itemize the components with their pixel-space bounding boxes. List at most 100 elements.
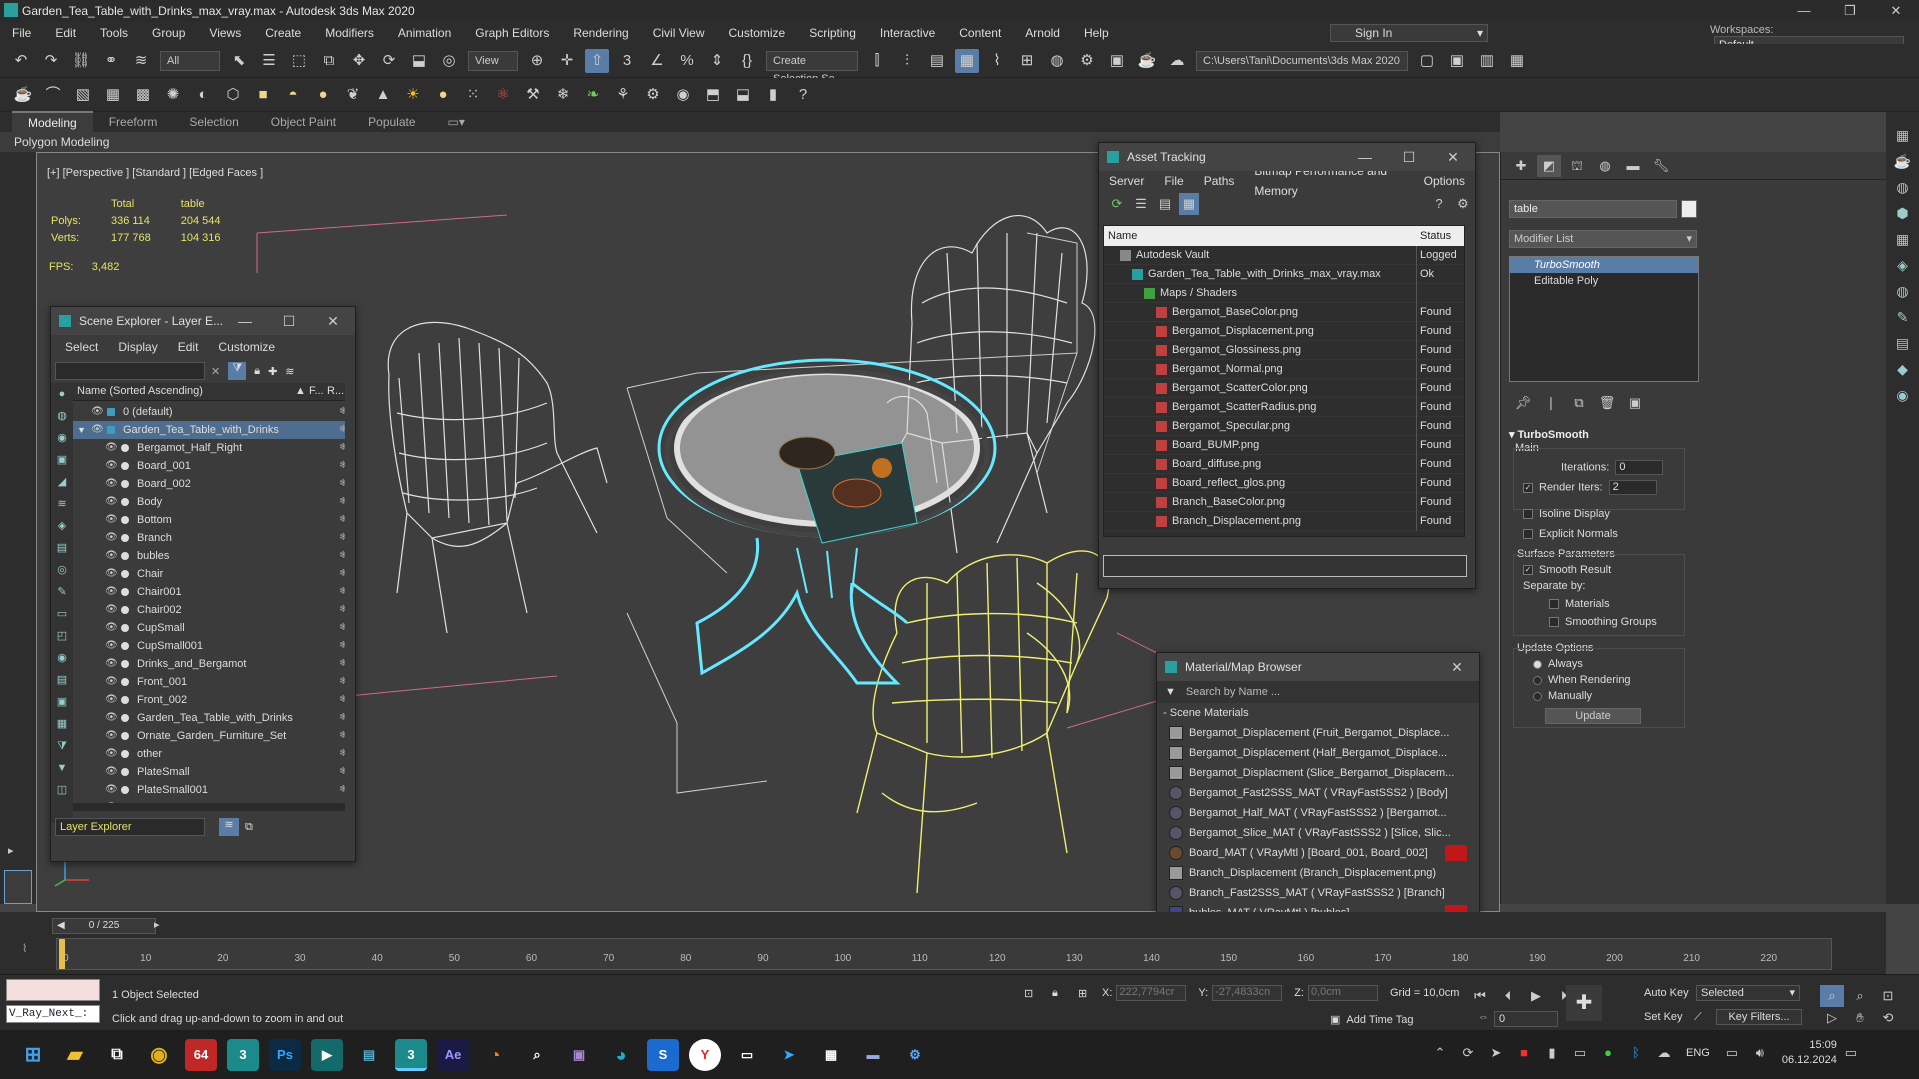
mb-row[interactable]: Branch_Fast2SSS_MAT ( VRayFastSSS2 ) [Br…: [1157, 883, 1471, 903]
se-row[interactable]: 👁︎ Ornate_Garden_Furniture_Set ❄: [73, 727, 345, 745]
schematic-view-icon[interactable]: ⊞: [1015, 49, 1039, 73]
tray-chevron-icon[interactable]: ⌃: [1428, 1042, 1452, 1064]
folder-icon[interactable]: ▬: [857, 1039, 889, 1071]
freeze-icon[interactable]: ❄: [339, 655, 345, 673]
cone-light-icon[interactable]: ▲: [371, 83, 395, 107]
particles-icon[interactable]: ⁙: [461, 83, 485, 107]
app-blue-icon[interactable]: S: [647, 1038, 679, 1071]
at-row[interactable]: Branch_BaseColor.png Found: [1104, 493, 1464, 512]
se-row[interactable]: 👁︎ Board_002 ❄: [73, 475, 345, 493]
project-path-dropdown[interactable]: C:\Users\Tani\Documents\3ds Max 2020: [1196, 50, 1408, 71]
hierarchy-tab-icon[interactable]: ⛫: [1565, 155, 1589, 177]
se-row[interactable]: 👁︎ Chair002 ❄: [73, 601, 345, 619]
tray-sync-icon[interactable]: ⟳: [1456, 1042, 1480, 1064]
current-frame-field[interactable]: 0: [1494, 1011, 1558, 1027]
curve-editor-icon[interactable]: ⌇: [985, 49, 1009, 73]
configure-sets-icon[interactable]: ▣: [1623, 392, 1647, 414]
stack-turbosmooth[interactable]: TurboSmooth: [1510, 257, 1698, 273]
se-col-render[interactable]: R...: [327, 385, 344, 397]
at-row[interactable]: Bergamot_Displacement.png Found: [1104, 322, 1464, 341]
freeze-icon[interactable]: ❄: [339, 511, 345, 529]
visibility-eye-icon[interactable]: 👁︎: [105, 475, 118, 493]
move-icon[interactable]: ✥: [347, 49, 371, 73]
tray-telegram-icon[interactable]: ➤: [1484, 1042, 1508, 1064]
freeze-icon[interactable]: ❄: [339, 673, 345, 691]
se-menu-edit[interactable]: Edit: [168, 337, 209, 357]
update-button[interactable]: Update: [1545, 708, 1641, 724]
motion-tab-icon[interactable]: ◍: [1593, 155, 1617, 177]
ball-icon[interactable]: ●: [431, 83, 455, 107]
tool-d-icon[interactable]: ⚙: [641, 83, 665, 107]
photoshop-icon[interactable]: Ps: [269, 1038, 301, 1071]
minimize-icon[interactable]: —: [1343, 143, 1387, 171]
tool-b-icon[interactable]: ❄: [551, 83, 575, 107]
select-by-name-icon[interactable]: ☰: [257, 49, 281, 73]
menu-group[interactable]: Group: [140, 22, 197, 44]
unlink-icon[interactable]: ⚭: [99, 49, 123, 73]
ribbon-toggle-icon[interactable]: ▦: [955, 48, 979, 73]
se-row[interactable]: 👁︎ Front_001 ❄: [73, 673, 345, 691]
expand-icon[interactable]: ▼: [77, 421, 86, 439]
at-row[interactable]: Autodesk Vault Logged: [1104, 246, 1464, 265]
at-row[interactable]: Bergamot_Normal.png Found: [1104, 360, 1464, 379]
prev-frame-icon[interactable]: ⏴: [1496, 985, 1520, 1007]
pan-icon[interactable]: ✋︎: [1848, 1007, 1872, 1029]
maximize-icon[interactable]: ☐: [1387, 143, 1431, 171]
ref-coord-dropdown[interactable]: View: [468, 50, 518, 71]
object-name-field[interactable]: table: [1509, 200, 1677, 218]
settings-icon[interactable]: ⚙: [1453, 193, 1473, 215]
app-save-icon[interactable]: ▣: [563, 1039, 595, 1071]
app-search-icon[interactable]: ⌕: [521, 1039, 553, 1071]
at-row[interactable]: Board_diffuse.png Found: [1104, 455, 1464, 474]
tool-c-icon[interactable]: ⚘: [611, 83, 635, 107]
visibility-eye-icon[interactable]: 👁︎: [105, 781, 118, 799]
visibility-eye-icon[interactable]: 👁︎: [105, 763, 118, 781]
zoom-all-icon[interactable]: ⌕: [1848, 985, 1872, 1007]
se-hscrollbar[interactable]: [73, 803, 345, 811]
task-view-icon[interactable]: ⧉: [101, 1039, 133, 1071]
polygon-modeling-label[interactable]: Polygon Modeling: [0, 135, 109, 149]
visibility-eye-icon[interactable]: 👁︎: [105, 439, 118, 457]
select-object-icon[interactable]: ⬉: [227, 49, 251, 73]
freeze-icon[interactable]: ❄: [339, 691, 345, 709]
named-selection-icon[interactable]: {}: [735, 49, 759, 73]
material-browser-titlebar[interactable]: Material/Map Browser ✕: [1157, 653, 1479, 681]
freeze-icon[interactable]: ❄: [339, 547, 345, 565]
fur-icon[interactable]: ❧: [581, 83, 605, 107]
menu-arnold[interactable]: Arnold: [1013, 22, 1072, 44]
mirror-icon[interactable]: ⫿: [865, 49, 889, 73]
light-icon[interactable]: ✺: [161, 83, 185, 107]
maxscript-listener-pink[interactable]: [6, 979, 100, 1001]
play-icon[interactable]: ▸: [8, 844, 14, 857]
visibility-eye-icon[interactable]: 👁︎: [91, 421, 104, 439]
notifications-icon[interactable]: ▭: [1839, 1042, 1863, 1064]
turbosmooth-header[interactable]: ▾ TurboSmooth: [1509, 428, 1695, 441]
set-key-button[interactable]: Set Key: [1644, 1011, 1683, 1023]
viewport-layout-icon[interactable]: [4, 870, 32, 904]
visibility-eye-icon[interactable]: 👁︎: [105, 565, 118, 583]
visibility-eye-icon[interactable]: 👁︎: [105, 529, 118, 547]
iterations-spinner[interactable]: 0: [1615, 460, 1664, 475]
menu-content[interactable]: Content: [947, 22, 1013, 44]
filter-icon[interactable]: ⧩: [228, 362, 247, 380]
clear-icon[interactable]: ✕: [211, 365, 220, 378]
freeze-icon[interactable]: ❄: [339, 457, 345, 475]
menu-civil-view[interactable]: Civil View: [641, 22, 717, 44]
app-teal-icon[interactable]: ▶: [311, 1038, 343, 1071]
tray-red-icon[interactable]: ■: [1512, 1042, 1536, 1064]
modifier-list-dropdown[interactable]: Modifier List ▾: [1509, 230, 1697, 248]
go-start-icon[interactable]: ⏮: [1468, 985, 1492, 1007]
helper-icon[interactable]: ⬡: [221, 83, 245, 107]
visibility-eye-icon[interactable]: 👁︎: [105, 493, 118, 511]
project-set-icon[interactable]: ▣: [1445, 49, 1469, 73]
freeze-icon[interactable]: ❄: [339, 439, 345, 457]
at-menu-server[interactable]: Server: [1099, 171, 1154, 191]
at-row[interactable]: Board_BUMP.png Found: [1104, 436, 1464, 455]
make-unique-icon[interactable]: ⧉: [1567, 392, 1591, 414]
app-orange-icon[interactable]: ◔: [479, 1039, 511, 1071]
chevron-down-icon[interactable]: ▼: [1165, 686, 1176, 698]
edge-icon[interactable]: ◕: [605, 1039, 637, 1071]
help-icon[interactable]: ?: [791, 83, 815, 107]
freeze-icon[interactable]: ❄: [339, 493, 345, 511]
visibility-eye-icon[interactable]: 👁︎: [105, 691, 118, 709]
